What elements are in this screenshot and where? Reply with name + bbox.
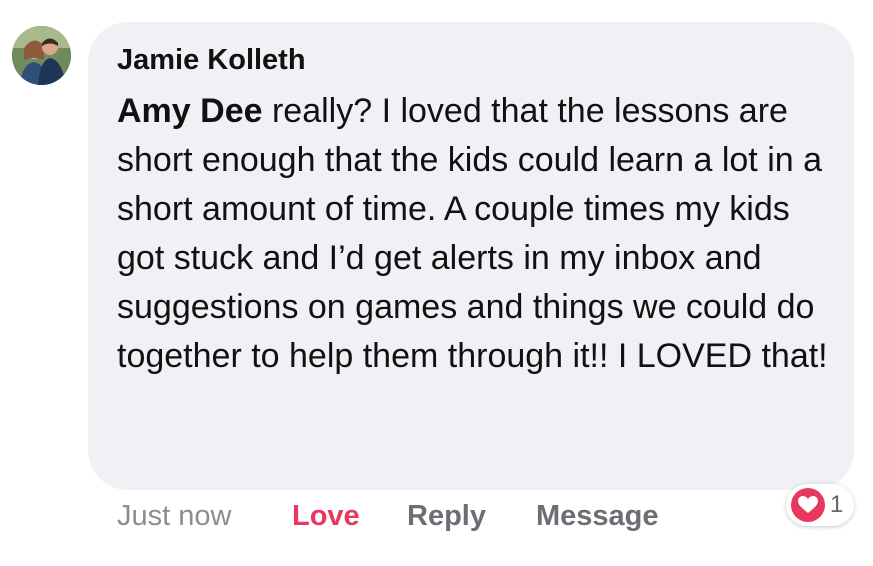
mention-link[interactable]: Amy Dee (117, 92, 263, 130)
comment-body: really? I loved that the lessons are sho… (117, 92, 828, 375)
reaction-badge[interactable]: 1 (786, 484, 854, 526)
reply-button[interactable]: Reply (407, 500, 486, 533)
reaction-count: 1 (830, 491, 844, 518)
love-button[interactable]: Love (292, 500, 360, 533)
comment-author[interactable]: Jamie Kolleth (117, 44, 306, 77)
comment-text: Amy Dee really? I loved that the lessons… (117, 87, 837, 381)
avatar[interactable] (12, 26, 71, 85)
heart-icon (791, 488, 825, 522)
comment-timestamp: Just now (117, 500, 232, 532)
message-button[interactable]: Message (536, 500, 659, 533)
